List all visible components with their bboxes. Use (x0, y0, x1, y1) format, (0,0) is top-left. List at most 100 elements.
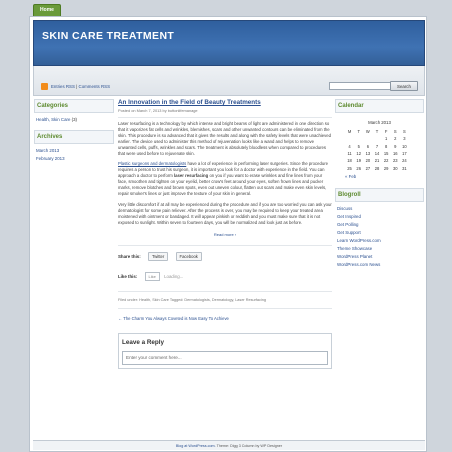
calendar-day[interactable]: 27 (363, 164, 372, 171)
calendar-day[interactable]: 20 (363, 157, 372, 164)
twitter-share-button[interactable]: Twitter (147, 251, 169, 261)
calendar-day[interactable]: 31 (400, 164, 409, 171)
categories-list: Health, Skin Care (3) (34, 113, 114, 130)
calendar-day[interactable]: 9 (391, 143, 400, 150)
calendar-title: Calendar (335, 99, 424, 113)
page-wrapper: SKIN CARE TREATMENT Entries RSS | Commen… (29, 16, 427, 452)
calendar-prev-link[interactable]: « Feb (345, 174, 356, 179)
blogroll-item: Discuss (337, 205, 422, 213)
read-more-link[interactable]: Read more › (214, 232, 236, 237)
bold-phrase: laser resurfacing (174, 173, 209, 179)
rss-icon (41, 83, 48, 90)
site-title[interactable]: SKIN CARE TREATMENT (42, 30, 174, 42)
post-paragraph: Laser resurfacing is a technology by whi… (118, 121, 332, 156)
calendar-day[interactable]: 12 (354, 150, 363, 157)
calendar-day[interactable]: 13 (363, 150, 372, 157)
calendar-day[interactable]: 30 (391, 164, 400, 171)
blogroll-item: Get Support (337, 229, 422, 237)
like-label: Like this: (118, 273, 138, 279)
blogroll-link[interactable]: Discuss (337, 206, 352, 211)
calendar-day[interactable]: 28 (372, 164, 381, 171)
calendar-day[interactable]: 10 (400, 143, 409, 150)
search-button[interactable]: Search (390, 81, 418, 91)
blogroll-link[interactable]: Learn WordPress.com (337, 238, 381, 243)
previous-post-link[interactable]: ← The Charm You Always Coveted is Now Ea… (118, 316, 229, 321)
blogroll-link[interactable]: Get Inspired (337, 214, 361, 219)
facebook-share-button[interactable]: Facebook (175, 251, 202, 261)
post-paragraph: Very little discomfort if at all may be … (118, 201, 332, 225)
calendar-day (354, 135, 363, 142)
calendar-day[interactable]: 29 (382, 164, 391, 171)
calendar-day (363, 135, 372, 142)
like-status: Loading... (164, 273, 184, 279)
calendar-day[interactable]: 22 (382, 157, 391, 164)
calendar-day[interactable]: 18 (345, 157, 354, 164)
blogroll-link[interactable]: Theme Showcase (337, 246, 372, 251)
like-section: Like this: Like Loading... (118, 267, 332, 292)
calendar-day[interactable]: 21 (372, 157, 381, 164)
calendar-month: March 2013 (368, 120, 391, 125)
blogroll-link[interactable]: Get Polling (337, 222, 358, 227)
calendar-day[interactable]: 11 (345, 150, 354, 157)
footer-wordpress-link[interactable]: Blog at WordPress.com (176, 444, 215, 448)
calendar-day[interactable]: 15 (382, 150, 391, 157)
previous-post-nav: ← The Charm You Always Coveted is Now Ea… (118, 309, 332, 328)
calendar-day[interactable]: 26 (354, 164, 363, 171)
post-meta: Posted on March 7, 2013 by buttonlifeman… (118, 108, 198, 113)
calendar-day[interactable]: 17 (400, 150, 409, 157)
blogroll-link[interactable]: Get Support (337, 230, 361, 235)
calendar-day[interactable]: 1 (382, 135, 391, 142)
blogroll-item: Get Polling (337, 221, 422, 229)
home-tab[interactable]: Home (33, 4, 61, 16)
calendar-day[interactable]: 19 (354, 157, 363, 164)
blogroll-link[interactable]: WordPress.com News (337, 262, 380, 267)
archives-list: March 2013 February 2013 (34, 144, 114, 169)
post-paragraph: Plastic surgeons and dermatologists have… (118, 161, 329, 196)
calendar-day (372, 135, 381, 142)
calendar-weekday: T (375, 129, 379, 135)
calendar-day[interactable]: 6 (363, 143, 372, 150)
reply-title: Leave a Reply (122, 338, 165, 346)
feeds-search-bar: Entries RSS | Comments RSS Search (33, 66, 425, 96)
category-item: Health, Skin Care (3) (36, 116, 112, 124)
like-button[interactable]: Like (144, 271, 160, 281)
post-title[interactable]: An Innovation in the Field of Beauty Tre… (118, 99, 261, 106)
category-link[interactable]: Health, Skin Care (36, 117, 70, 122)
calendar-day[interactable]: 25 (345, 164, 354, 171)
archives-title: Archives (34, 130, 114, 144)
feed-links: Entries RSS | Comments RSS (51, 84, 110, 89)
category-count: (3) (71, 117, 78, 122)
calendar-day[interactable]: 8 (382, 143, 391, 150)
calendar-day[interactable]: 23 (391, 157, 400, 164)
calendar-weekday: S (403, 129, 406, 135)
comment-input[interactable]: Enter your comment here... (122, 350, 328, 365)
calendar-day[interactable]: 3 (400, 135, 409, 142)
share-label: Share this: (118, 253, 141, 259)
calendar-weekday: S (393, 129, 397, 135)
calendar-day[interactable]: 5 (354, 143, 363, 150)
calendar-weekday: M (347, 129, 352, 135)
entries-rss-link[interactable]: Entries RSS (51, 84, 75, 89)
reply-section: Leave a Reply Enter your comment here... (118, 332, 332, 369)
right-sidebar: Calendar March 2013 MTWTFSS 1 2 3 4 5 6 7 8 9 10 1… (335, 99, 424, 275)
calendar-day (345, 135, 354, 142)
calendar-week: 123 (345, 135, 409, 142)
calendar-day[interactable]: 4 (345, 143, 354, 150)
site-footer: Blog at WordPress.com. Theme: Digg 3 Col… (33, 440, 425, 450)
calendar-day[interactable]: 2 (391, 135, 400, 142)
calendar-day[interactable]: 7 (372, 143, 381, 150)
feed-separator: | (76, 84, 78, 89)
calendar-day[interactable]: 24 (400, 157, 409, 164)
calendar-week: 18 19 20 21 22 23 24 (345, 157, 409, 164)
comments-rss-link[interactable]: Comments RSS (79, 84, 110, 89)
inline-link[interactable]: Plastic surgeons and dermatologists (118, 161, 186, 166)
archive-link[interactable]: February 2013 (36, 156, 65, 161)
archive-link[interactable]: March 2013 (36, 148, 59, 153)
share-section: Share this: Twitter Facebook (118, 244, 332, 267)
calendar-table: MTWTFSS 1 2 3 4 5 6 7 8 9 10 11 12 13 14 15 16 17 18 19 20 2… (345, 128, 409, 172)
blogroll-link[interactable]: WordPress Planet (337, 254, 372, 259)
calendar-day[interactable]: 14 (372, 150, 381, 157)
post-body: Laser resurfacing is a technology by whi… (118, 117, 332, 226)
calendar-widget: March 2013 MTWTFSS 1 2 3 4 5 6 7 8 9 10 11 12 13 14 15… (335, 113, 424, 185)
calendar-day[interactable]: 16 (391, 150, 400, 157)
